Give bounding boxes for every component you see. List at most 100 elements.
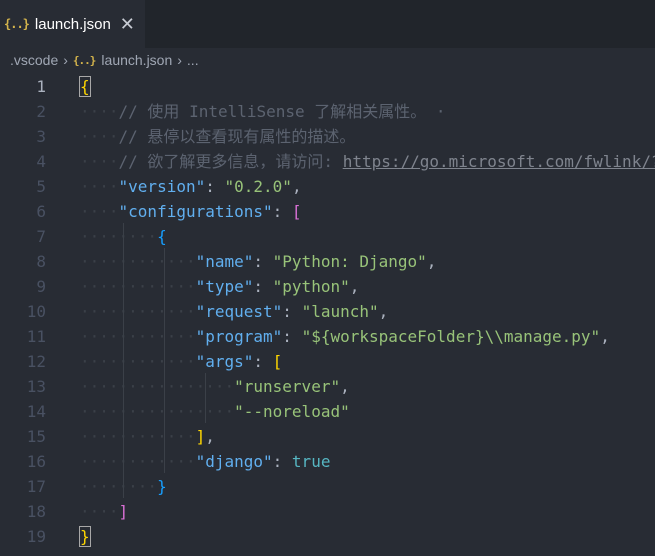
code-line[interactable]: 9 ············"type": "python", — [0, 274, 655, 299]
code-line[interactable]: 16 ············"django": true — [0, 449, 655, 474]
code-token: , — [378, 302, 389, 321]
close-icon[interactable]: ✕ — [120, 14, 135, 35]
code-token: ················ — [80, 377, 235, 396]
code-token: ············ — [80, 277, 196, 296]
code-token: ············ — [80, 452, 196, 471]
code-line[interactable]: 11 ············"program": "${workspaceFol… — [0, 324, 655, 349]
code-token: "Python: Django" — [272, 252, 427, 271]
code-token: { — [157, 227, 167, 246]
code-line[interactable]: 1{ — [0, 74, 655, 99]
code-line[interactable]: 3 ····// 悬停以查看现有属性的描述。 — [0, 124, 655, 149]
chevron-right-icon: › — [177, 52, 182, 68]
code-text: ····] — [80, 499, 128, 524]
code-line[interactable]: 17 ········} — [0, 474, 655, 499]
line-number: 11 — [26, 327, 46, 346]
code-token: : — [205, 177, 225, 196]
code-token: // 悬停以查看现有属性的描述。 — [118, 127, 356, 146]
code-token: : — [282, 302, 302, 321]
breadcrumb-file[interactable]: launch.json — [101, 52, 172, 68]
code-token: ············ — [80, 327, 196, 346]
code-text: ····"version": "0.2.0", — [80, 174, 302, 199]
code-token: "name" — [195, 252, 254, 271]
code-text: } — [79, 524, 91, 549]
line-number: 12 — [26, 352, 46, 371]
code-token: , — [426, 252, 437, 271]
breadcrumb-more[interactable]: ... — [187, 52, 199, 68]
code-token: : — [282, 327, 302, 346]
code-token: "--noreload" — [234, 402, 350, 421]
code-token: "program" — [195, 327, 283, 346]
code-line[interactable]: 8 ············"name": "Python: Django", — [0, 249, 655, 274]
code-line[interactable]: 12 ············"args": [ — [0, 349, 655, 374]
code-token: "runserver" — [234, 377, 341, 396]
line-number: 7 — [36, 227, 46, 246]
code-line[interactable]: 4 ····// 欲了解更多信息，请访问: https://go.microsof… — [0, 149, 655, 174]
code-text: ········} — [80, 474, 167, 499]
chevron-right-icon: › — [63, 52, 68, 68]
code-text: ············], — [80, 424, 215, 449]
code-token: ···· — [80, 502, 119, 521]
code-line[interactable]: 15 ············], — [0, 424, 655, 449]
code-text: ················"runserver", — [80, 374, 350, 399]
code-line[interactable]: 6 ····"configurations": [ — [0, 199, 655, 224]
line-number: 13 — [26, 377, 46, 396]
code-token: ········ — [80, 477, 158, 496]
code-token: } — [157, 477, 167, 496]
code-token: , — [600, 327, 610, 346]
code-token: ················ — [80, 402, 235, 421]
tab-launch-json[interactable]: {..} launch.json ✕ — [0, 0, 145, 48]
line-number: 15 — [26, 427, 46, 446]
code-token: "args" — [195, 352, 254, 371]
code-token: true — [291, 452, 331, 471]
code-text: { — [79, 74, 91, 99]
line-number: 9 — [36, 277, 46, 296]
breadcrumb-folder[interactable]: .vscode — [10, 52, 58, 68]
code-token: ···· — [80, 202, 119, 221]
breadcrumb: .vscode › {..} launch.json › ... — [0, 48, 655, 72]
line-number: 6 — [36, 202, 46, 221]
line-number: 4 — [36, 152, 46, 171]
code-text: ············"type": "python", — [80, 274, 359, 299]
line-number: 10 — [26, 302, 46, 321]
code-text: ····// 悬停以查看现有属性的描述。 — [80, 124, 355, 149]
code-text: ········{ — [80, 224, 167, 249]
code-token: "python" — [272, 277, 350, 296]
code-token: ] — [195, 427, 206, 446]
code-line[interactable]: 14 ················"--noreload" — [0, 399, 655, 424]
code-token: ············ — [80, 427, 196, 446]
line-number: 16 — [26, 452, 46, 471]
code-editor[interactable]: 1{2 ····// 使用 IntelliSense 了解相关属性。 · 3 ····… — [0, 73, 655, 556]
code-token: ] — [118, 502, 129, 521]
code-token: , — [205, 427, 215, 446]
line-number: 14 — [26, 402, 46, 421]
json-file-icon: {..} — [4, 17, 30, 31]
code-line[interactable]: 18 ····] — [0, 499, 655, 524]
code-token: ···· — [80, 177, 119, 196]
line-number: 3 — [36, 127, 46, 146]
code-token: ···· — [80, 102, 119, 121]
code-line[interactable]: 7 ········{ — [0, 224, 655, 249]
code-line[interactable]: 2 ····// 使用 IntelliSense 了解相关属性。 · — [0, 99, 655, 124]
code-text: ············"name": "Python: Django", — [80, 249, 436, 274]
code-token: ···· — [80, 127, 119, 146]
code-token: : — [253, 352, 273, 371]
json-file-icon: {..} — [72, 53, 96, 67]
code-token: "type" — [195, 277, 254, 296]
code-token: "configurations" — [118, 202, 273, 221]
code-token: : — [253, 277, 273, 296]
code-token: : — [272, 202, 292, 221]
code-line[interactable]: 19} — [0, 524, 655, 549]
code-token: ············ — [80, 252, 196, 271]
code-token: : — [253, 252, 273, 271]
code-text: ····"configurations": [ — [80, 199, 302, 224]
code-token: [ — [291, 202, 302, 221]
code-token: "0.2.0" — [224, 177, 292, 196]
code-token: ············ — [80, 352, 196, 371]
code-text: ············"request": "launch", — [80, 299, 388, 324]
code-token: "version" — [118, 177, 206, 196]
code-token: } — [79, 526, 91, 547]
code-line[interactable]: 10 ············"request": "launch", — [0, 299, 655, 324]
code-token: "request" — [195, 302, 283, 321]
code-line[interactable]: 13 ················"runserver", — [0, 374, 655, 399]
code-line[interactable]: 5 ····"version": "0.2.0", — [0, 174, 655, 199]
